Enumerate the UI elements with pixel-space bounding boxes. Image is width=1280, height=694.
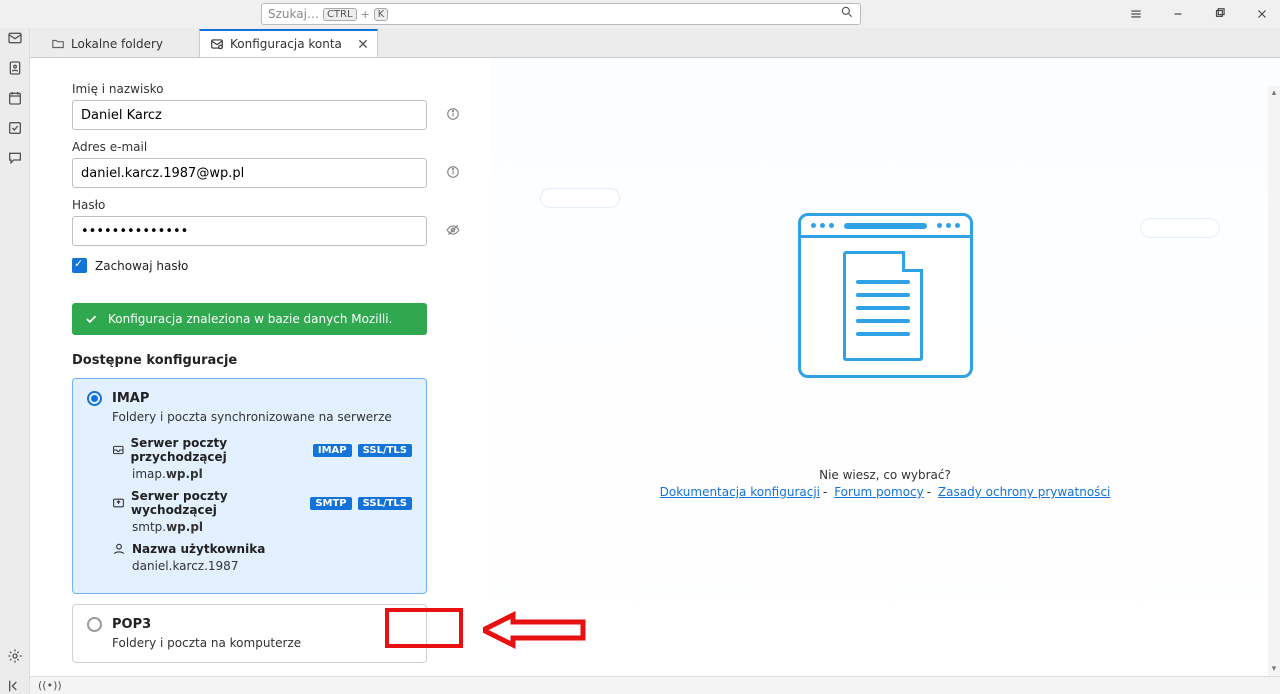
status-indicator: ((•)): [38, 679, 62, 692]
kbd-plus: +: [361, 8, 370, 21]
ssl-badge: SSL/TLS: [358, 497, 412, 510]
user-icon: [112, 542, 126, 556]
chat-icon[interactable]: [7, 150, 23, 166]
tab-account-config[interactable]: Konfiguracja konta ✕: [199, 29, 378, 57]
addressbook-icon[interactable]: [7, 60, 23, 76]
pop3-desc: Foldery i poczta na komputerze: [112, 636, 412, 650]
imap-radio[interactable]: [87, 391, 102, 406]
forum-link[interactable]: Forum pomocy: [834, 485, 924, 499]
mail-icon[interactable]: [7, 30, 23, 46]
account-form: Imię i nazwisko Adres e-mail Hasło: [30, 58, 490, 694]
maximize-button[interactable]: [1208, 2, 1232, 26]
collapse-icon[interactable]: [7, 678, 23, 694]
spaces-toolbar: [0, 28, 30, 694]
name-label: Imię i nazwisko: [72, 82, 470, 96]
outgoing-label: Serwer poczty wychodzącej: [131, 489, 304, 517]
banner-text: Konfiguracja znaleziona w bazie danych M…: [108, 312, 392, 326]
pop3-option[interactable]: POP3 Foldery i poczta na komputerze: [72, 604, 427, 663]
illustration-pane: Nie wiesz, co wybrać? Dokumentacja konfi…: [490, 58, 1280, 694]
search-placeholder: Szukaj…: [268, 7, 319, 21]
hamburger-icon[interactable]: [1124, 2, 1148, 26]
minimize-button[interactable]: [1166, 2, 1190, 26]
remember-label: Zachowaj hasło: [95, 259, 188, 273]
imap-title: IMAP: [112, 391, 149, 406]
kbd-k: K: [374, 8, 389, 21]
success-banner: Konfiguracja znaleziona w bazie danych M…: [72, 303, 427, 335]
smtp-badge: SMTP: [310, 497, 351, 510]
email-input[interactable]: [72, 158, 427, 188]
tasks-icon[interactable]: [7, 120, 23, 136]
imap-badge: IMAP: [313, 444, 352, 457]
info-icon[interactable]: [446, 165, 460, 183]
cloud-decoration: [540, 188, 620, 208]
scroll-up-icon[interactable]: ▴: [1268, 86, 1280, 100]
search-icon[interactable]: [840, 5, 854, 23]
close-tab-icon[interactable]: ✕: [357, 37, 369, 53]
browser-illustration: [798, 213, 973, 378]
kbd-ctrl: CTRL: [323, 8, 357, 21]
toggle-password-icon[interactable]: [446, 223, 460, 241]
outbox-icon: [112, 496, 125, 510]
scrollbar[interactable]: ▴ ▾: [1268, 86, 1280, 676]
ssl-badge: SSL/TLS: [358, 444, 412, 457]
calendar-icon[interactable]: [7, 90, 23, 106]
cloud-decoration: [1140, 218, 1220, 238]
password-input[interactable]: [72, 216, 427, 246]
title-bar: Szukaj… CTRL + K: [0, 0, 1280, 28]
global-search[interactable]: Szukaj… CTRL + K: [261, 3, 861, 25]
email-label: Adres e-mail: [72, 140, 470, 154]
pop3-radio[interactable]: [87, 617, 102, 632]
status-bar: ((•)): [30, 676, 1280, 694]
section-heading: Dostępne konfiguracje: [72, 353, 470, 368]
username-label: Nazwa użytkownika: [132, 542, 265, 556]
scroll-down-icon[interactable]: ▾: [1268, 662, 1280, 676]
pop3-title: POP3: [112, 617, 151, 632]
info-icon[interactable]: [446, 107, 460, 125]
document-icon: [843, 251, 923, 361]
close-button[interactable]: [1250, 2, 1274, 26]
imap-option[interactable]: IMAP Foldery i poczta synchronizowane na…: [72, 378, 427, 594]
incoming-host: imap.wp.pl: [132, 467, 412, 481]
remember-checkbox[interactable]: [72, 258, 87, 273]
incoming-label: Serwer poczty przychodzącej: [131, 436, 307, 464]
outgoing-host: smtp.wp.pl: [132, 520, 412, 534]
username-value: daniel.karcz.1987: [132, 559, 412, 573]
privacy-link[interactable]: Zasady ochrony prywatności: [938, 485, 1110, 499]
tab-strip: Lokalne foldery Konfiguracja konta ✕: [30, 28, 1280, 58]
tab-local-folders[interactable]: Lokalne foldery: [40, 29, 199, 57]
tab-label: Lokalne foldery: [71, 37, 163, 51]
settings-icon[interactable]: [7, 648, 23, 664]
docs-link[interactable]: Dokumentacja konfiguracji: [660, 485, 820, 499]
help-question: Nie wiesz, co wybrać?: [819, 468, 951, 482]
imap-desc: Foldery i poczta synchronizowane na serw…: [112, 410, 412, 424]
help-links: Dokumentacja konfiguracji- Forum pomocy-…: [660, 485, 1111, 499]
name-input[interactable]: [72, 100, 427, 130]
password-label: Hasło: [72, 198, 470, 212]
inbox-icon: [112, 443, 125, 457]
tab-label: Konfiguracja konta: [230, 37, 342, 51]
